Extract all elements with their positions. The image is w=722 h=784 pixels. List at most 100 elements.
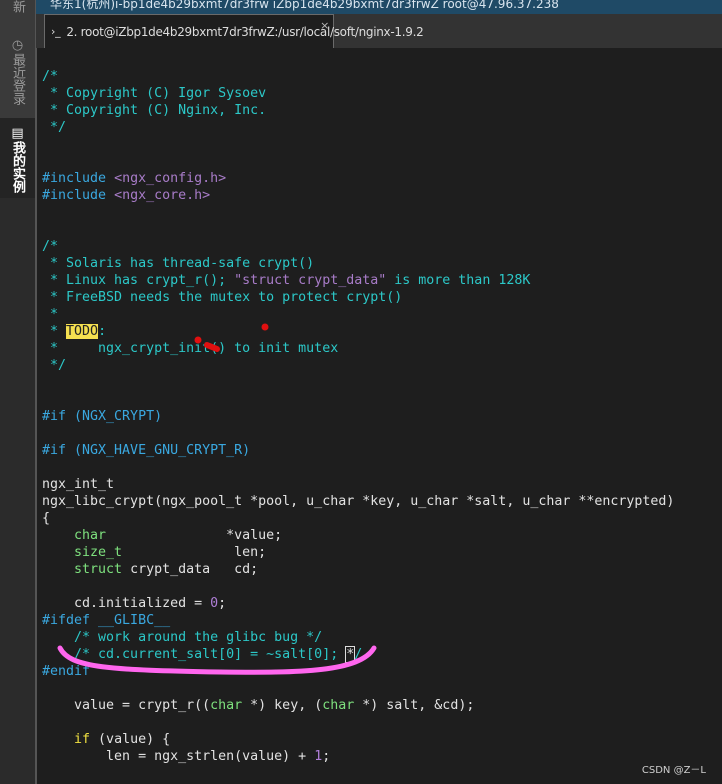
code-line: ngx_int_t: [42, 476, 674, 493]
code-token: */: [42, 358, 67, 373]
code-line: ngx_libc_crypt(ngx_pool_t *pool, u_char …: [42, 493, 674, 510]
tab-bar: ›_ 2. root@iZbp1de4b29bxmt7dr3frwZ:/usr/…: [36, 14, 722, 48]
code-line: /*: [42, 68, 674, 85]
code-token: len;: [122, 545, 267, 560]
code-line: #include <ngx_core.h>: [42, 187, 674, 204]
code-token: *: [42, 307, 59, 322]
code-line: if (value) {: [42, 731, 674, 748]
code-token: * Linux has crypt_r();: [42, 273, 235, 288]
code-token: 1: [314, 749, 323, 764]
clock-icon: ◷: [10, 38, 25, 53]
code-line: * TODO:: [42, 323, 674, 340]
code-line: char *value;: [42, 527, 674, 544]
code-line: * Solaris has thread-safe crypt(): [42, 255, 674, 272]
code-line: value = crypt_r((char *) key, (char *) s…: [42, 697, 674, 714]
code-line: *: [42, 306, 674, 323]
code-line: * Copyright (C) Nginx, Inc.: [42, 102, 674, 119]
code-token: ngx_libc_crypt(ngx_pool_t *pool, u_char …: [42, 494, 675, 509]
code-token: *value;: [106, 528, 283, 543]
code-token: * Copyright (C) Igor Sysoev: [42, 86, 267, 101]
code-line: * ngx_crypt_init() to init mutex: [42, 340, 674, 357]
code-line: * Copyright (C) Igor Sysoev: [42, 85, 674, 102]
code-token: <ngx_config.h>: [114, 171, 227, 186]
code-line: cd.initialized = 0;: [42, 595, 674, 612]
code-line: */: [42, 119, 674, 136]
code-line: * Linux has crypt_r(); "struct crypt_dat…: [42, 272, 674, 289]
code-token: #if (NGX_HAVE_GNU_CRYPT_R): [42, 443, 251, 458]
code-token: *: [42, 324, 67, 339]
terminal-icon: ›_: [51, 25, 61, 38]
code-line: {: [42, 510, 674, 527]
close-icon[interactable]: ×: [320, 19, 329, 32]
code-token: :: [98, 324, 107, 339]
sidebar-item-recent-logins[interactable]: ◷ 最近登录: [0, 32, 35, 118]
code-token: * Copyright (C) Nginx, Inc.: [42, 103, 267, 118]
window-title-bar: 华东1(杭州)i-bp1de4b29bxmt7dr3frw iZbp1de4b2…: [36, 0, 722, 14]
code-token: 0: [210, 596, 219, 611]
code-line: #if (NGX_CRYPT): [42, 408, 674, 425]
code-line: #if (NGX_HAVE_GNU_CRYPT_R): [42, 442, 674, 459]
code-token: struct: [74, 562, 123, 577]
code-token: (value) {: [90, 732, 171, 747]
code-line: struct crypt_data cd;: [42, 561, 674, 578]
code-token: #include: [42, 188, 115, 203]
code-token: #endif: [42, 664, 91, 679]
code-token: #ifdef __GLIBC__: [42, 613, 171, 628]
code-token: /*: [42, 69, 59, 84]
code-token: char: [74, 528, 107, 543]
code-token: *) key, (: [242, 698, 323, 713]
code-token: value = crypt_r((: [42, 698, 211, 713]
code-token: {: [42, 511, 51, 526]
code-token: #include: [42, 171, 115, 186]
code-token: len = ngx_strlen(value) +: [42, 749, 315, 764]
code-token: /* work around the glibc bug */: [42, 630, 323, 645]
sidebar-item-label: 新: [10, 0, 25, 13]
code-token: if: [74, 732, 91, 747]
sidebar-item-label: 我的实例: [10, 141, 25, 193]
code-token: ;: [322, 749, 331, 764]
code-token: * ngx_crypt_init() to init mutex: [42, 341, 339, 356]
code-line: */: [42, 357, 674, 374]
code-token: is more than 128K: [386, 273, 531, 288]
code-token: #if (NGX_CRYPT): [42, 409, 163, 424]
code-token: /*: [42, 239, 59, 254]
code-token: crypt_data cd;: [122, 562, 259, 577]
code-line: size_t len;: [42, 544, 674, 561]
todo-highlight: TODO: [66, 324, 99, 339]
sidebar-item-new[interactable]: 新: [0, 0, 35, 32]
tab-terminal-session[interactable]: ›_ 2. root@iZbp1de4b29bxmt7dr3frwZ:/usr/…: [44, 14, 424, 48]
sidebar-item-my-instances[interactable]: ▤ 我的实例: [0, 118, 35, 198]
code-token: size_t: [74, 545, 123, 560]
tab-label: 2. root@iZbp1de4b29bxmt7dr3frwZ:/usr/loc…: [66, 24, 424, 39]
code-token: char: [322, 698, 355, 713]
code-token: <ngx_core.h>: [114, 188, 211, 203]
code-token: ;: [218, 596, 227, 611]
list-icon: ▤: [10, 126, 25, 141]
code-token: cd.initialized =: [42, 596, 211, 611]
code-line: /* work around the glibc bug */: [42, 629, 674, 646]
terminal-editor[interactable]: /* * Copyright (C) Igor Sysoev * Copyrig…: [36, 48, 722, 784]
window-title: 华东1(杭州)i-bp1de4b29bxmt7dr3frw iZbp1de4b2…: [50, 0, 559, 11]
code-line: #include <ngx_config.h>: [42, 170, 674, 187]
code-token: ngx_int_t: [42, 477, 115, 492]
code-line: len = ngx_strlen(value) + 1;: [42, 748, 674, 765]
code-token: "struct crypt_data": [234, 273, 387, 288]
code-token: * Solaris has thread-safe crypt(): [42, 256, 315, 271]
code-line: #endif: [42, 663, 674, 680]
code-token: /* cd.current_salt[0] = ~salt[0];: [42, 647, 347, 662]
code-token: *) salt, &cd);: [354, 698, 475, 713]
